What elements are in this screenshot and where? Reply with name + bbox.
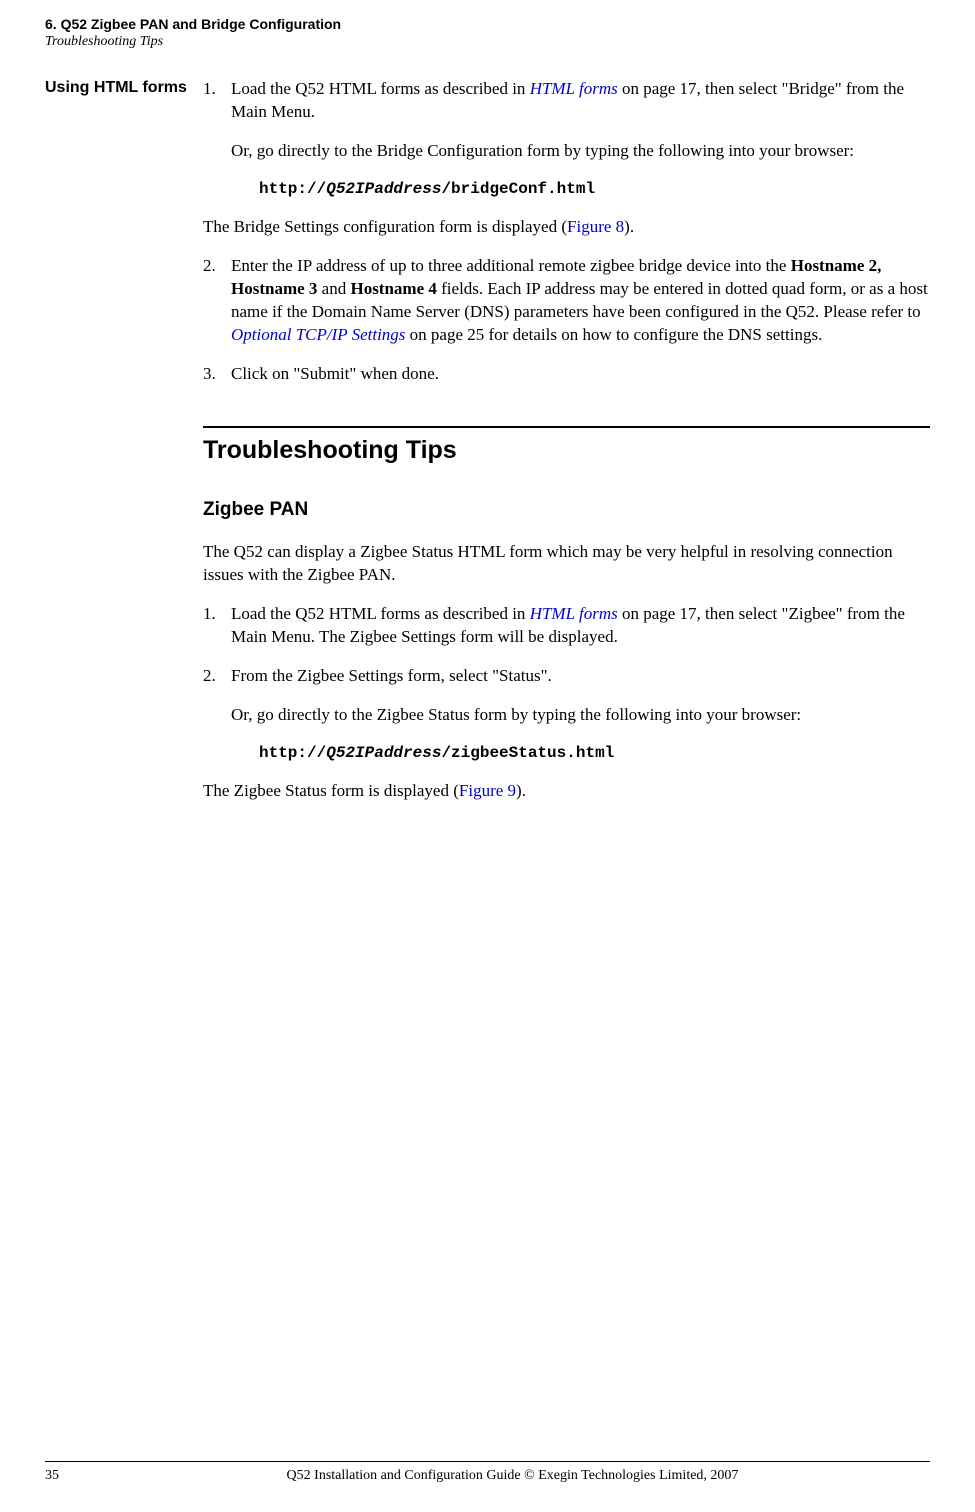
code-path: /bridgeConf.html [441,180,595,198]
zstep2-text: From the Zigbee Settings form, select "S… [231,666,552,685]
main-content: Load the Q52 HTML forms as described in … [195,78,930,819]
code-scheme: http:// [259,180,326,198]
bridge-displayed-para: The Bridge Settings configuration form i… [203,216,930,239]
step1-or-para: Or, go directly to the Bridge Configurat… [231,140,930,163]
page-footer: 35 Q52 Installation and Configuration Gu… [45,1461,930,1484]
code-ip-placeholder: Q52IPaddress [326,180,441,198]
zigbee-intro-para: The Q52 can display a Zigbee Status HTML… [203,541,930,587]
bridge-instructions-cont: Enter the IP address of up to three addi… [203,255,930,386]
step1-text-prefix: Load the Q52 HTML forms as described in [231,79,530,98]
html-forms-link-2[interactable]: HTML forms [530,604,618,623]
page-header: 6. Q52 Zigbee PAN and Bridge Configurati… [45,16,930,50]
bridge-instructions: Load the Q52 HTML forms as described in … [203,78,930,200]
code2-path: /zigbeeStatus.html [441,744,614,762]
bridge-step-1: Load the Q52 HTML forms as described in … [203,78,930,200]
bridge-displayed-prefix: The Bridge Settings configuration form i… [203,217,567,236]
step2-p1: Enter the IP address of up to three addi… [231,256,791,275]
sidebar-heading: Using HTML forms [45,78,195,98]
zigbee-displayed-para: The Zigbee Status form is displayed (Fig… [203,780,930,803]
chapter-title: 6. Q52 Zigbee PAN and Bridge Configurati… [45,16,930,32]
sidebar: Using HTML forms [45,78,195,819]
zigbee-step-1: Load the Q52 HTML forms as described in … [203,603,930,649]
code2-scheme: http:// [259,744,326,762]
zstep2-or-para: Or, go directly to the Zigbee Status for… [231,704,930,727]
bridge-displayed-suffix: ). [624,217,634,236]
figure-9-link[interactable]: Figure 9 [459,781,516,800]
footer-text: Q52 Installation and Configuration Guide… [95,1468,930,1484]
html-forms-link[interactable]: HTML forms [530,79,618,98]
troubleshooting-heading: Troubleshooting Tips [203,436,930,465]
zigbee-displayed-suffix: ). [516,781,526,800]
bridge-step-2: Enter the IP address of up to three addi… [203,255,930,347]
step2-p4: on page 25 for details on how to configu… [405,325,822,344]
zigbee-displayed-prefix: The Zigbee Status form is displayed ( [203,781,459,800]
section-divider [203,426,930,428]
bridge-step-3: Click on "Submit" when done. [203,363,930,386]
zigbee-instructions: Load the Q52 HTML forms as described in … [203,603,930,764]
step2-bold2: Hostname 4 [350,279,436,298]
page-number: 35 [45,1468,95,1484]
step2-p2: and [317,279,350,298]
zigbee-url-code: http://Q52IPaddress/zigbeeStatus.html [231,743,930,765]
zigbee-pan-heading: Zigbee PAN [203,499,930,521]
code2-ip-placeholder: Q52IPaddress [326,744,441,762]
figure-8-link[interactable]: Figure 8 [567,217,624,236]
bridge-url-code: http://Q52IPaddress/bridgeConf.html [231,179,930,201]
chapter-subtitle: Troubleshooting Tips [45,34,930,50]
zigbee-step-2: From the Zigbee Settings form, select "S… [203,665,930,764]
zstep1-prefix: Load the Q52 HTML forms as described in [231,604,530,623]
optional-tcpip-link[interactable]: Optional TCP/IP Settings [231,325,405,344]
